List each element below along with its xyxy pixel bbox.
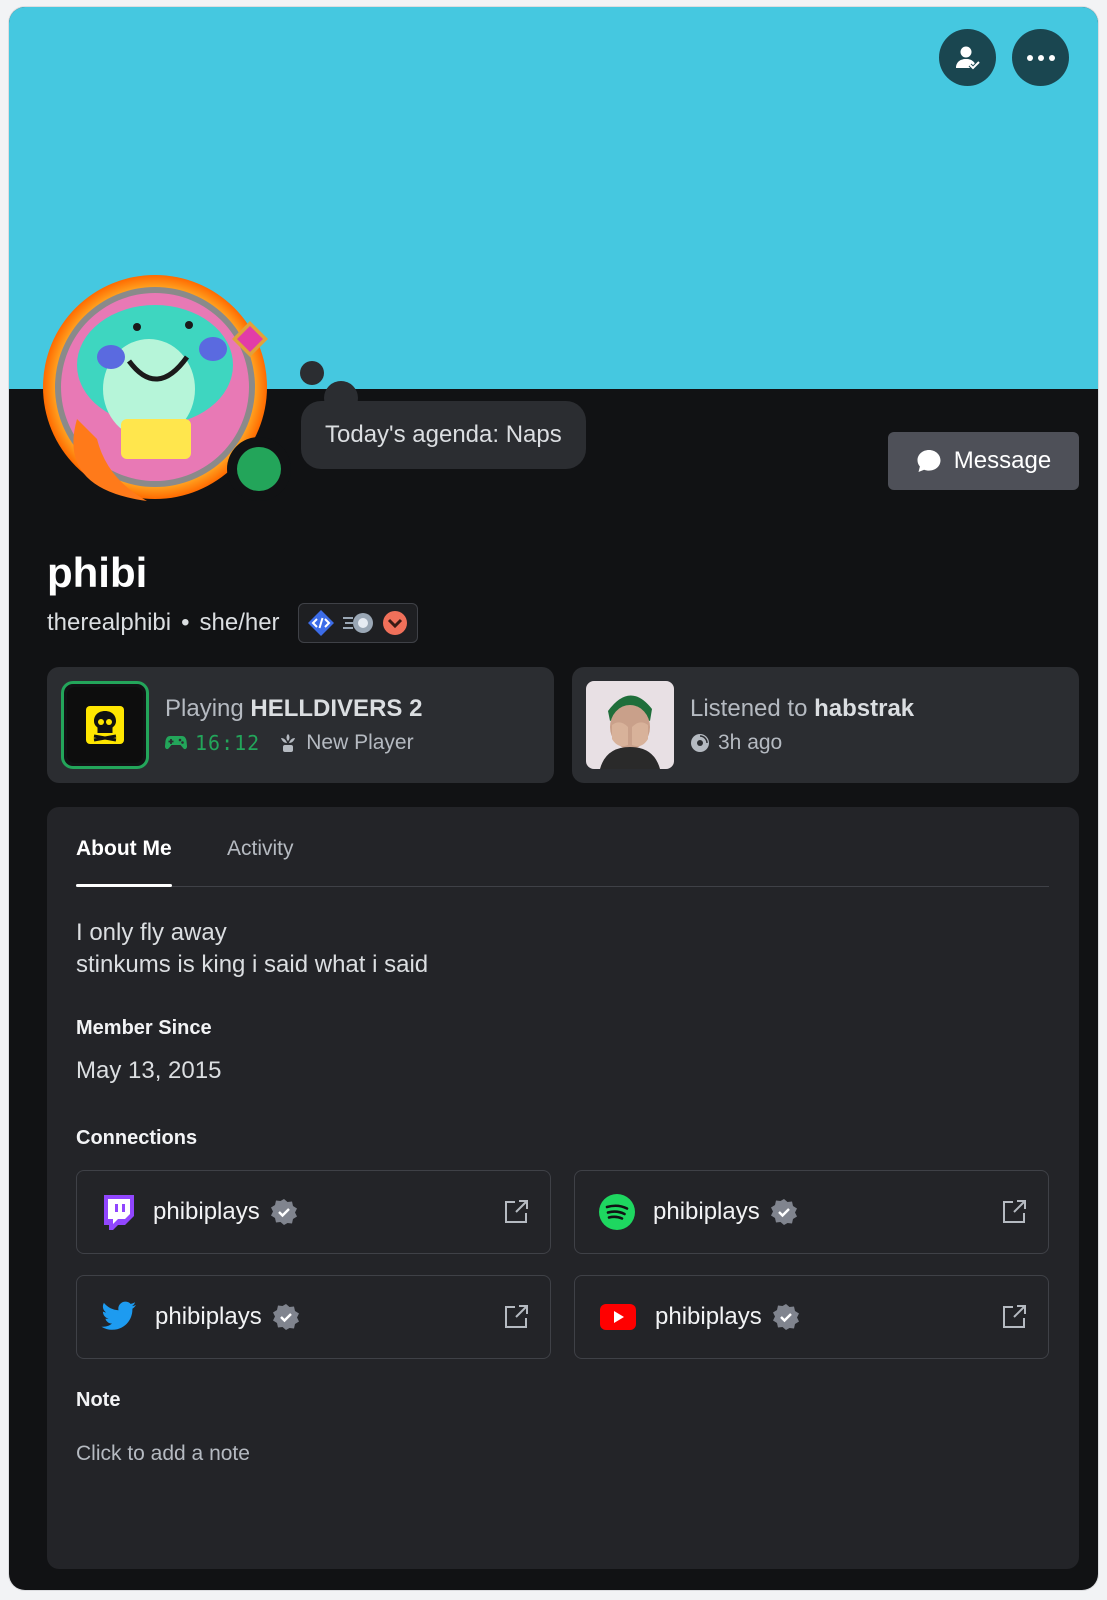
connection-twitter[interactable]: phibiplays [76,1275,551,1359]
thought-bubble-dot [300,361,324,385]
custom-status-text: Today's agenda: Naps [325,421,562,448]
rank-icon [281,734,296,752]
more-dots-icon [1026,54,1055,61]
music-time-ago: 3h ago [718,731,783,754]
game-rank: New Player [306,731,414,754]
avatar[interactable] [37,269,291,519]
more-options-button[interactable] [1012,29,1069,86]
friend-check-icon [955,46,980,71]
game-icon [61,681,149,769]
member-since-label: Member Since [76,1017,212,1039]
game-activity-title: Playing HELLDIVERS 2 [165,695,423,722]
connection-name: phibiplays [653,1198,760,1225]
youtube-icon [600,1304,636,1330]
custom-status-bubble: Today's agenda: Naps [301,401,586,469]
bio-line: I only fly away [76,919,227,946]
connection-youtube[interactable]: phibiplays [574,1275,1049,1359]
music-activity-title: Listened to habstrak [690,695,915,722]
album-art [586,681,674,769]
user-subline: therealphibi • she/her [47,603,418,643]
connection-name: phibiplays [655,1303,762,1330]
profile-details-panel: About Me Activity I only fly away stinku… [47,807,1079,1569]
online-status-indicator [227,437,291,501]
spotify-icon [599,1194,635,1230]
pronouns: she/her [199,609,280,636]
gamepad-icon [165,736,187,750]
external-link-icon[interactable] [1000,1198,1028,1226]
external-link-icon[interactable] [502,1303,530,1331]
display-name: phibi [47,549,148,596]
music-activity-card[interactable]: Listened to habstrak 3h ago [572,667,1079,783]
skull-icon [86,706,124,744]
game-name: HELLDIVERS 2 [250,695,423,722]
vinyl-record-icon [691,734,709,752]
message-button[interactable]: Message [888,432,1079,490]
bio-line: stinkums is king i said what i said [76,951,429,978]
bio: I only fly away stinkums is king i said … [76,917,428,981]
twitch-icon [104,1195,134,1230]
profile-tabs: About Me Activity [76,807,1049,887]
connection-name: phibiplays [153,1198,260,1225]
tab-activity[interactable]: Activity [227,837,294,861]
verified-check-icon [770,1199,797,1225]
external-link-icon[interactable] [1000,1303,1028,1331]
verified-check-icon [272,1304,299,1330]
connection-spotify[interactable]: phibiplays [574,1170,1049,1254]
album-art-image [586,681,674,769]
connection-name: phibiplays [155,1303,262,1330]
external-link-icon[interactable] [502,1198,530,1226]
twitter-bird-icon [101,1301,136,1330]
note-input[interactable]: Click to add a note [76,1442,250,1466]
boost-badge-icon[interactable] [341,609,375,637]
chat-bubble-icon [917,450,941,472]
game-elapsed-time: 16:12 [195,731,261,755]
message-button-label: Message [953,447,1052,474]
badge-list [297,603,418,643]
separator: • [181,609,190,636]
connections-label: Connections [76,1127,198,1149]
verified-check-icon [270,1199,297,1225]
note-label: Note [76,1389,121,1411]
tab-about-me[interactable]: About Me [76,837,172,887]
quest-badge-icon[interactable] [381,609,409,637]
username[interactable]: therealphibi [47,609,171,637]
connection-twitch[interactable]: phibiplays [76,1170,551,1254]
friend-status-button[interactable] [939,29,996,86]
member-since-date: May 13, 2015 [76,1057,222,1084]
active-developer-badge-icon[interactable] [307,609,335,637]
profile-card: Today's agenda: Naps Message phibi there… [9,7,1098,1590]
game-activity-card[interactable]: Playing HELLDIVERS 2 16:12 New Player [47,667,554,783]
verified-check-icon [772,1304,799,1330]
artist-name: habstrak [814,695,915,722]
